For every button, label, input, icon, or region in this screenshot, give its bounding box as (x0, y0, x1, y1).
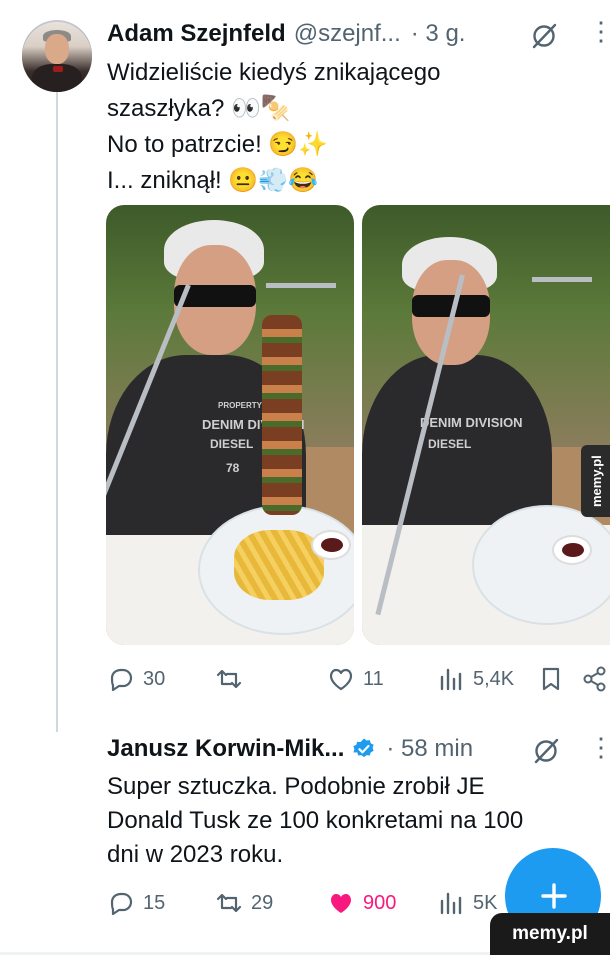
author-handle[interactable]: @szejnf... (294, 20, 401, 48)
views-count-2: 5K (473, 891, 498, 914)
views-icon (440, 668, 462, 691)
verified-icon[interactable] (352, 737, 376, 761)
tweet-2-text: Super sztuczka. Podobnie zrobił JE Donal… (107, 770, 523, 872)
tweet-1-header: Adam Szejnfeld @szejnf... · 3 g. (107, 20, 465, 48)
like-button-2[interactable]: 900 (327, 889, 396, 917)
side-watermark: memy.pl (581, 445, 610, 517)
tweet-2-header: Janusz Korwin-Mik... · 58 min (107, 735, 473, 763)
bookmark-button[interactable] (537, 665, 565, 693)
share-button[interactable] (581, 665, 609, 693)
views-button-2[interactable]: 5K (437, 889, 497, 917)
like-button[interactable]: 11 (327, 665, 384, 693)
like-icon-filled (331, 894, 351, 913)
tweet-1-actions: 30 11 5,4K (107, 665, 610, 695)
tweet-1-line-2: szaszłyka? 👀🍢 (107, 95, 291, 122)
shirt-print-2b: DENIM DIVISION (420, 415, 523, 430)
shirt-print-3b: DIESEL (428, 437, 472, 451)
timestamp-2[interactable]: · 58 min (386, 735, 473, 763)
repost-count-2: 29 (251, 891, 274, 914)
timestamp[interactable]: · 3 g. (411, 20, 466, 48)
reply-button-2[interactable]: 15 (107, 889, 165, 917)
tweet-1-line-4: I... zniknął! 😐💨😂 (107, 167, 319, 194)
repost-button[interactable] (215, 665, 251, 693)
tweet-photo-1[interactable]: PROPERTY OF DENIM DIVISION DIESEL 78 (106, 205, 354, 645)
grok-icon-2[interactable] (532, 737, 560, 765)
compose-plus-icon (541, 883, 567, 909)
corner-watermark: memy.pl (490, 913, 610, 955)
repost-icon (216, 669, 242, 689)
side-watermark-text: memy.pl (589, 455, 604, 507)
like-count-2: 900 (363, 891, 397, 914)
shirt-print-4: 78 (226, 461, 240, 475)
shirt-print-3: DIESEL (210, 437, 254, 451)
tweet-1-text: Widzieliście kiedyś znikającego szaszłyk… (107, 55, 440, 199)
like-count: 11 (363, 667, 384, 690)
more-icon-2[interactable]: ⋮ (588, 734, 610, 760)
tweet-2-line-1: Super sztuczka. Podobnie zrobił JE (107, 773, 485, 800)
tweet-1-line-3: No to patrzcie! 😏✨ (107, 131, 329, 158)
tweet-2-line-3: dni w 2023 roku. (107, 841, 284, 868)
author-name-2[interactable]: Janusz Korwin-Mik... (107, 735, 344, 763)
views-button[interactable]: 5,4K (437, 665, 514, 693)
author-name[interactable]: Adam Szejnfeld (107, 20, 286, 48)
bookmark-icon (542, 667, 560, 691)
reply-count-2: 15 (143, 891, 166, 914)
tweet-1-line-1: Widzieliście kiedyś znikającego (107, 59, 441, 86)
grok-icon[interactable] (530, 22, 558, 50)
avatar-janusz-korwin-mikke[interactable] (22, 22, 92, 92)
reply-icon (110, 668, 133, 692)
views-count: 5,4K (473, 667, 515, 690)
reply-count: 30 (143, 667, 166, 690)
more-icon[interactable]: ⋮ (588, 18, 610, 44)
views-icon (440, 892, 462, 915)
reply-button[interactable]: 30 (107, 665, 165, 693)
tweet-2-line-2: Donald Tusk ze 100 konkretami na 100 (107, 807, 524, 834)
like-icon (329, 668, 353, 691)
repost-button-2[interactable]: 29 (215, 889, 273, 917)
tweet-photo-2[interactable]: DENIM DIVISION DIESEL (362, 205, 610, 645)
repost-icon (216, 893, 242, 913)
share-icon (583, 666, 606, 692)
reply-icon (110, 892, 133, 916)
